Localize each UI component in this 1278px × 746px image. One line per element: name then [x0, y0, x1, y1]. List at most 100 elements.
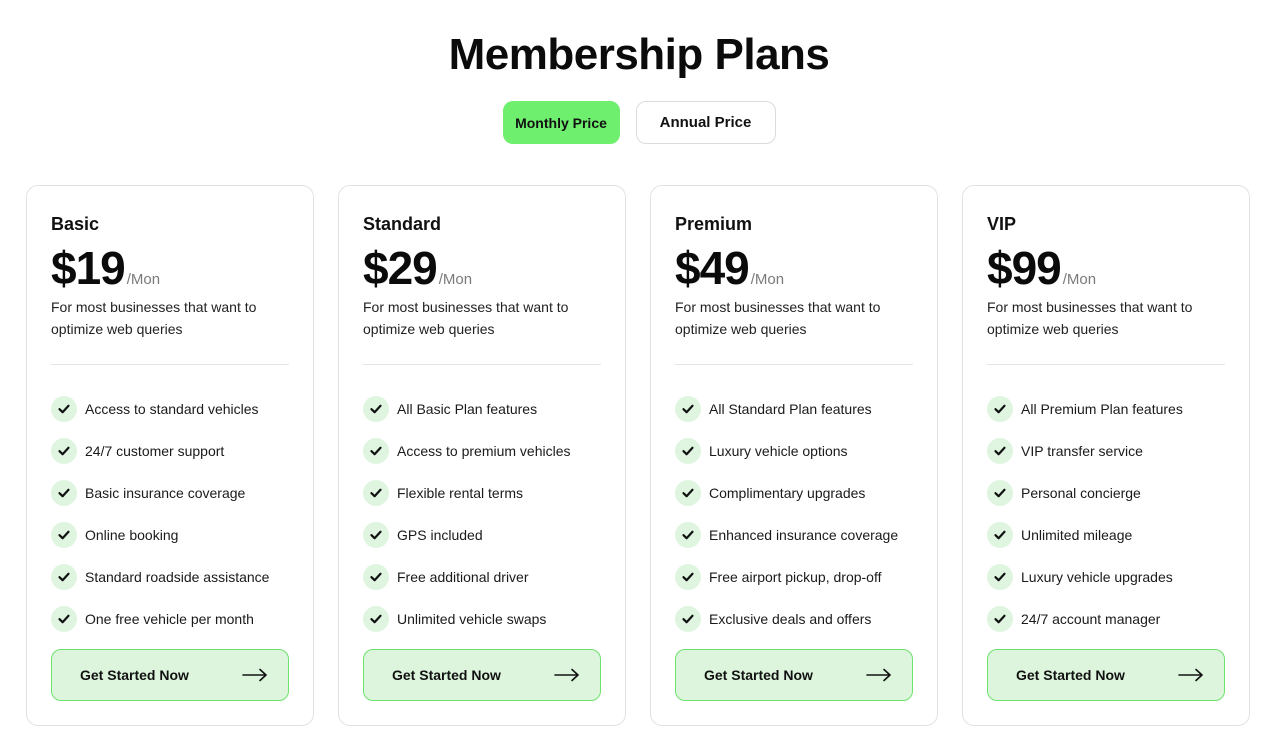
feature-label: Basic insurance coverage	[85, 485, 246, 501]
feature-label: Access to standard vehicles	[85, 401, 259, 417]
feature-item: Unlimited vehicle swaps	[363, 598, 571, 640]
feature-item: Free airport pickup, drop-off	[675, 556, 898, 598]
check-icon	[51, 522, 77, 548]
feature-label: One free vehicle per month	[85, 611, 254, 627]
feature-label: 24/7 account manager	[1021, 611, 1161, 627]
check-icon	[363, 522, 389, 548]
feature-item: VIP transfer service	[987, 430, 1183, 472]
check-icon	[675, 522, 701, 548]
divider	[675, 364, 913, 365]
feature-item: Standard roadside assistance	[51, 556, 269, 598]
check-icon	[987, 606, 1013, 632]
plan-name: VIP	[987, 214, 1017, 234]
feature-list: All Basic Plan features Access to premiu…	[363, 388, 571, 640]
monthly-price-button[interactable]: Monthly Price	[502, 101, 620, 144]
plan-name: Basic	[51, 214, 100, 234]
plan-description: For most businesses that want to optimiz…	[51, 299, 257, 337]
feature-label: Exclusive deals and offers	[709, 611, 872, 627]
feature-label: VIP transfer service	[1021, 443, 1143, 459]
check-icon	[51, 564, 77, 590]
divider	[51, 364, 289, 365]
arrow-right-icon	[866, 668, 892, 682]
feature-item: Enhanced insurance coverage	[675, 514, 898, 556]
feature-label: 24/7 customer support	[85, 443, 225, 459]
feature-list: All Premium Plan features VIP transfer s…	[987, 388, 1183, 640]
price-period: /Mon	[1062, 271, 1097, 288]
pricing-page: Membership Plans Monthly Price Annual Pr…	[0, 0, 1278, 746]
cta-label: Get Started Now	[704, 667, 813, 683]
feature-item: All Premium Plan features	[987, 388, 1183, 430]
feature-item: Online booking	[51, 514, 269, 556]
plan-card-standard: Standard $29 /Mon For most businesses th…	[338, 185, 626, 726]
plan-price: $29	[363, 242, 438, 294]
price-row: $29 /Mon	[363, 242, 472, 294]
feature-label: Standard roadside assistance	[85, 569, 270, 585]
feature-label: Luxury vehicle options	[709, 443, 848, 459]
price-period: /Mon	[126, 271, 161, 288]
feature-label: Unlimited vehicle swaps	[397, 611, 547, 627]
get-started-button[interactable]: Get Started Now	[987, 649, 1225, 701]
feature-item: Basic insurance coverage	[51, 472, 269, 514]
divider	[363, 364, 601, 365]
check-icon	[51, 480, 77, 506]
price-row: $99 /Mon	[987, 242, 1096, 294]
plan-card-premium: Premium $49 /Mon For most businesses tha…	[650, 185, 938, 726]
feature-item: 24/7 account manager	[987, 598, 1183, 640]
divider	[987, 364, 1225, 365]
feature-item: Access to standard vehicles	[51, 388, 269, 430]
check-icon	[363, 438, 389, 464]
feature-item: Complimentary upgrades	[675, 472, 898, 514]
feature-item: Exclusive deals and offers	[675, 598, 898, 640]
check-icon	[987, 522, 1013, 548]
cta-label: Get Started Now	[80, 667, 189, 683]
plan-description: For most businesses that want to optimiz…	[987, 299, 1193, 337]
check-icon	[675, 564, 701, 590]
price-row: $19 /Mon	[51, 242, 160, 294]
check-icon	[363, 564, 389, 590]
check-icon	[987, 564, 1013, 590]
feature-label: Unlimited mileage	[1021, 527, 1133, 543]
feature-label: All Premium Plan features	[1021, 401, 1183, 417]
feature-label: Luxury vehicle upgrades	[1021, 569, 1173, 585]
feature-item: Unlimited mileage	[987, 514, 1183, 556]
feature-item: One free vehicle per month	[51, 598, 269, 640]
cta-label: Get Started Now	[392, 667, 501, 683]
check-icon	[51, 438, 77, 464]
check-icon	[363, 396, 389, 422]
check-icon	[987, 480, 1013, 506]
feature-item: 24/7 customer support	[51, 430, 269, 472]
get-started-button[interactable]: Get Started Now	[363, 649, 601, 701]
plan-cards: Basic $19 /Mon For most businesses that …	[26, 185, 1250, 726]
check-icon	[987, 438, 1013, 464]
feature-label: Free airport pickup, drop-off	[709, 569, 882, 585]
check-icon	[363, 606, 389, 632]
feature-label: Complimentary upgrades	[709, 485, 866, 501]
feature-item: Free additional driver	[363, 556, 571, 598]
plan-card-vip: VIP $99 /Mon For most businesses that wa…	[962, 185, 1250, 726]
plan-card-basic: Basic $19 /Mon For most businesses that …	[26, 185, 314, 726]
check-icon	[675, 606, 701, 632]
plan-name: Premium	[675, 214, 753, 234]
plan-description: For most businesses that want to optimiz…	[363, 299, 569, 337]
feature-item: GPS included	[363, 514, 571, 556]
check-icon	[675, 438, 701, 464]
get-started-button[interactable]: Get Started Now	[675, 649, 913, 701]
plan-description: For most businesses that want to optimiz…	[675, 299, 881, 337]
arrow-right-icon	[554, 668, 580, 682]
plan-price: $99	[987, 242, 1062, 294]
page-title: Membership Plans	[448, 30, 830, 79]
annual-price-button[interactable]: Annual Price	[635, 101, 776, 144]
get-started-button[interactable]: Get Started Now	[51, 649, 289, 701]
check-icon	[987, 396, 1013, 422]
check-icon	[51, 606, 77, 632]
feature-item: Flexible rental terms	[363, 472, 571, 514]
feature-item: Luxury vehicle options	[675, 430, 898, 472]
plan-price: $49	[675, 242, 750, 294]
billing-toggle: Monthly Price Annual Price	[0, 101, 1278, 144]
price-period: /Mon	[750, 271, 785, 288]
feature-label: Free additional driver	[397, 569, 529, 585]
feature-label: GPS included	[397, 527, 483, 543]
feature-item: All Standard Plan features	[675, 388, 898, 430]
plan-price: $19	[51, 242, 126, 294]
feature-item: All Basic Plan features	[363, 388, 571, 430]
